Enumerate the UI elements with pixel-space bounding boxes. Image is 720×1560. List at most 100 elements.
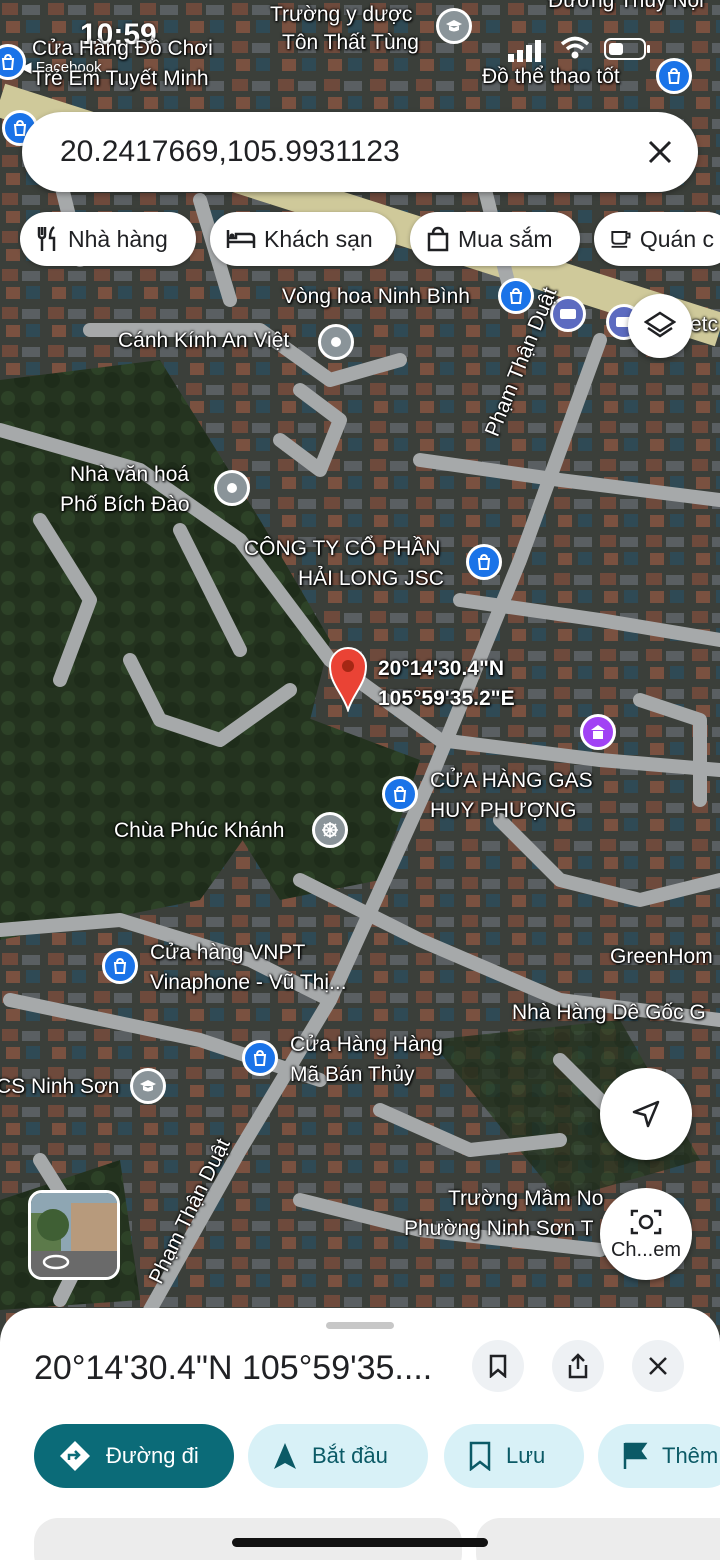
my-location-button[interactable]: [600, 1068, 692, 1160]
location-dot-icon: [227, 483, 237, 493]
poi-label[interactable]: Trường Mầm No: [448, 1184, 603, 1214]
navigation-arrow-icon: [632, 1100, 660, 1128]
camera-search-button[interactable]: Ch...em: [600, 1188, 692, 1280]
close-icon: [648, 140, 672, 164]
signal-icon: [508, 40, 541, 62]
sheet-drag-handle[interactable]: [326, 1322, 394, 1329]
directions-button[interactable]: Đường đi: [34, 1424, 234, 1488]
poi-label[interactable]: Nhà Hàng Dê Gốc G: [512, 998, 706, 1028]
bookmark-icon: [469, 1441, 491, 1471]
poi-label[interactable]: Trường y dược: [270, 0, 412, 30]
directions-icon: [60, 1441, 90, 1471]
navigation-arrow-icon: [274, 1443, 296, 1469]
temple-icon: [591, 725, 605, 739]
poi-label[interactable]: HUY PHƯỢNG: [430, 796, 576, 826]
poi-label[interactable]: Trẻ Em Tuyết Minh: [32, 64, 209, 94]
save-button[interactable]: Lưu: [444, 1424, 584, 1488]
pin-coordinates-lng: 105°59'35.2"E: [378, 687, 515, 710]
shopping-bag-icon: [1, 54, 15, 70]
place-details-sheet[interactable]: 20°14'30.4"N 105°59'35.... Đường đi Bắt …: [0, 1308, 720, 1560]
road-label: Đường Thủy Nội: [548, 0, 704, 12]
bookmark-icon: [489, 1354, 507, 1378]
chip-label: Mua sắm: [458, 225, 553, 252]
start-label: Bắt đầu: [312, 1443, 388, 1468]
pin-coordinates-lat: 20°14'30.4"N: [378, 657, 505, 680]
poi-label[interactable]: Cửa hàng VNPT: [150, 938, 305, 968]
poi-label[interactable]: Vinaphone - Vũ Thị...: [150, 968, 347, 998]
poi-label[interactable]: Cửa Hàng Đồ Chơi: [32, 34, 213, 64]
poi-pin[interactable]: [382, 776, 418, 812]
poi-label[interactable]: Mã Bán Thủy: [290, 1060, 415, 1090]
bed-icon: [226, 230, 256, 248]
poi-pin[interactable]: [318, 324, 354, 360]
shopping-bag-icon: [427, 226, 449, 252]
search-bar[interactable]: 20.2417669,105.9931123: [22, 112, 698, 192]
fork-knife-icon: [37, 226, 56, 251]
poi-pin[interactable]: [102, 948, 138, 984]
poi-label[interactable]: Phường Ninh Sơn T: [404, 1214, 593, 1244]
directions-label: Đường đi: [106, 1443, 199, 1468]
clear-search-button[interactable]: [640, 132, 680, 172]
battery-icon: [604, 38, 650, 60]
poi-label[interactable]: Nhà văn hoá: [70, 460, 189, 490]
rotate-360-icon: [42, 1254, 70, 1270]
poi-pin[interactable]: [580, 714, 616, 750]
poi-label[interactable]: GreenHom: [610, 942, 713, 972]
poi-pin[interactable]: [656, 58, 692, 94]
wifi-icon: [560, 36, 590, 59]
poi-label[interactable]: Phố Bích Đào: [60, 490, 190, 520]
save-label: Lưu: [506, 1443, 546, 1468]
layers-icon: [644, 311, 676, 338]
close-icon: [649, 1357, 667, 1375]
poi-pin[interactable]: [242, 1040, 278, 1076]
poi-label[interactable]: CÔNG TY CỔ PHẦN: [244, 534, 440, 564]
close-sheet-button[interactable]: [632, 1340, 684, 1392]
poi-label[interactable]: Tôn Thất Tùng: [282, 28, 419, 58]
add-label-button[interactable]: Thêm: [598, 1424, 720, 1488]
chip-label: Quán c: [639, 225, 714, 252]
poi-label[interactable]: HẢI LONG JSC: [298, 564, 444, 594]
chip-label: Nhà hàng: [68, 225, 168, 252]
poi-label[interactable]: CS Ninh Sơn: [0, 1072, 120, 1102]
school-pin[interactable]: [436, 8, 472, 44]
shopping-bag-icon: [113, 958, 127, 974]
poi-label[interactable]: Vòng hoa Ninh Bình: [282, 282, 470, 312]
shopping-bag-icon: [667, 68, 681, 84]
graduation-cap-icon: [140, 1080, 156, 1092]
save-icon-button[interactable]: [472, 1340, 524, 1392]
street-view-thumbnail[interactable]: [28, 1190, 120, 1280]
coffee-icon: [611, 231, 631, 248]
poi-label[interactable]: Cửa Hàng Hàng: [290, 1030, 443, 1060]
chip-hotels[interactable]: Khách sạn: [210, 212, 396, 266]
start-button[interactable]: Bắt đầu: [248, 1424, 428, 1488]
layers-button[interactable]: [628, 294, 692, 358]
dropped-pin-icon[interactable]: [328, 646, 368, 712]
dharma-wheel-icon: [322, 822, 338, 838]
info-card[interactable]: [476, 1518, 720, 1560]
poi-label[interactable]: Cánh Kính An Việt: [118, 326, 289, 356]
graduation-cap-icon: [446, 20, 462, 32]
camera-button-label: Ch...em: [610, 1238, 682, 1261]
atm-icon: [560, 309, 576, 319]
add-label-text: Thêm: [662, 1443, 719, 1468]
school-pin[interactable]: [130, 1068, 166, 1104]
poi-pin[interactable]: [214, 470, 250, 506]
poi-label[interactable]: CỬA HÀNG GAS: [430, 766, 593, 796]
poi-pin[interactable]: [466, 544, 502, 580]
poi-label[interactable]: Đồ thể thao tốt: [482, 62, 620, 92]
share-icon: [568, 1353, 588, 1379]
poi-label: etc: [690, 313, 719, 336]
location-dot-icon: [331, 337, 341, 347]
search-input[interactable]: 20.2417669,105.9931123: [60, 134, 400, 170]
camera-lens-icon: [630, 1209, 662, 1234]
shopping-bag-icon: [253, 1050, 267, 1066]
chip-label: Khách sạn: [264, 225, 373, 252]
chip-restaurants[interactable]: Nhà hàng: [20, 212, 196, 266]
poi-label[interactable]: Chùa Phúc Khánh: [114, 816, 284, 846]
share-button[interactable]: [552, 1340, 604, 1392]
home-indicator[interactable]: [232, 1538, 488, 1547]
shopping-bag-icon: [393, 786, 407, 802]
chip-cafes[interactable]: Quán c: [594, 212, 720, 266]
poi-pin[interactable]: [312, 812, 348, 848]
chip-shopping[interactable]: Mua sắm: [410, 212, 580, 266]
